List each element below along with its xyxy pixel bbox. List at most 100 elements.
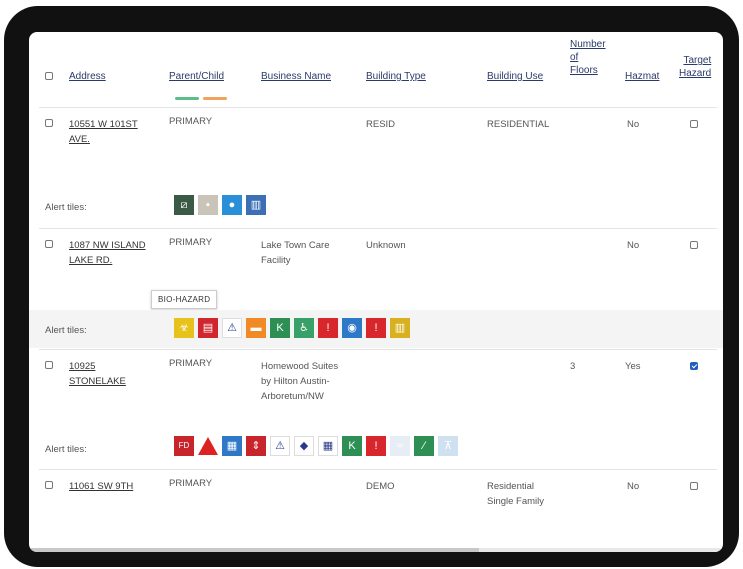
alert-tiles-label: Alert tiles: (45, 202, 87, 213)
row-divider (39, 469, 717, 470)
building-type-value: RESID (366, 119, 396, 130)
select-all-checkbox[interactable] (45, 72, 53, 80)
elevator-icon[interactable]: ⇕ (246, 436, 266, 456)
address-line1: 1087 NW ISLAND (69, 240, 146, 251)
target-hazard-checkbox-checked[interactable] (690, 362, 698, 370)
business-name-value: Homewood Suites by Hilton Austin- Arbore… (261, 359, 338, 404)
col-building-type[interactable]: Building Type (366, 70, 426, 83)
hazmat-value: No (627, 481, 640, 492)
target-hazard-checkbox[interactable] (690, 120, 698, 128)
knox-box-icon[interactable]: K (270, 318, 290, 338)
child-indicator-bar (203, 97, 227, 100)
building-use-line2: Single Family (487, 496, 545, 507)
col-hazmat[interactable]: Hazmat (625, 70, 659, 83)
parent-child-value: PRIMARY (169, 237, 213, 248)
stairs-icon[interactable]: ∕ (414, 436, 434, 456)
address-line2: AVE. (69, 134, 90, 145)
scrollbar-thumb[interactable] (29, 548, 479, 552)
alert-tiles-row: Alert tiles: ⧄ ▪ ● ▥ (29, 192, 723, 222)
fdc-icon[interactable]: FD (174, 436, 194, 456)
alert-tiles-row-highlighted: Alert tiles: ☣ ▤ ⚠ ▬ K ♿! ◉! ▥ (29, 310, 723, 348)
alert-tiles-group: FD ▦ ⇕ ⚠ ◆ ▦ K! ≈ ∕ ⊼ (174, 436, 458, 456)
alert-tiles-row: Alert tiles: FD ▦ ⇕ ⚠ ◆ ▦ K! ≈ ∕ ⊼ (29, 432, 723, 462)
address-line2: STONELAKE (69, 376, 126, 387)
business-line3: Arboretum/NW (261, 391, 324, 402)
alert-tiles-label: Alert tiles: (45, 444, 87, 455)
warning-triangle-icon[interactable]: ! (366, 318, 386, 338)
hazmat-value: Yes (625, 361, 641, 372)
nfpa-diamond-icon[interactable]: ◆ (294, 436, 314, 456)
building-use-value: RESIDENTIAL (487, 119, 550, 130)
col-floors[interactable]: Number of Floors (570, 38, 606, 77)
building-icon[interactable]: ▥ (246, 195, 266, 215)
business-line1: Lake Town Care (261, 240, 330, 251)
alert-tiles-group: ⧄ ▪ ● ▥ (174, 195, 266, 215)
row-divider (39, 228, 717, 229)
warning-triangle-icon[interactable]: ! (318, 318, 338, 338)
building-use-value: Residential Single Family (487, 479, 544, 509)
col-target-line2: Hazard (679, 68, 712, 79)
fence-icon[interactable]: ▥ (390, 318, 410, 338)
business-line1: Homewood Suites (261, 361, 339, 372)
parent-indicator-bar (175, 97, 199, 100)
address-link[interactable]: 10925 STONELAKE (69, 359, 126, 389)
hazmat-value: No (627, 119, 640, 130)
col-floors-line3: Floors (570, 65, 598, 76)
table-header: Address Parent/Child Business Name Build… (29, 32, 723, 122)
address-line1: 10925 (69, 361, 96, 372)
row-checkbox[interactable] (45, 481, 53, 489)
row-divider (39, 349, 717, 350)
col-parent-child[interactable]: Parent/Child (169, 70, 224, 83)
gate-icon[interactable]: ▬ (246, 318, 266, 338)
building-grid-icon[interactable]: ▦ (318, 436, 338, 456)
col-floors-line2: of (570, 52, 579, 63)
header-divider (39, 107, 717, 108)
building-type-value: DEMO (366, 481, 395, 492)
panel-icon[interactable]: ▪ (198, 195, 218, 215)
person-icon[interactable]: ♿ (294, 318, 314, 338)
ladder-icon[interactable]: ⧄ (174, 195, 194, 215)
screen: Address Parent/Child Business Name Build… (29, 32, 723, 552)
knox-box-icon[interactable]: K (342, 436, 362, 456)
col-floors-line1: Number (570, 39, 606, 50)
row-checkbox[interactable] (45, 119, 53, 127)
standpipe-icon[interactable]: ◉ (342, 318, 362, 338)
col-target-hazard[interactable]: Target Hazard (679, 54, 711, 80)
col-target-line1: Target (683, 55, 712, 66)
address-link[interactable]: 1087 NW ISLAND LAKE RD. (69, 238, 146, 268)
floors-value: 3 (570, 361, 576, 372)
sprinkler-icon[interactable]: ≈ (390, 436, 410, 456)
drain-icon[interactable]: ⊼ (438, 436, 458, 456)
col-building-use[interactable]: Building Use (487, 70, 543, 83)
business-line2: by Hilton Austin- (261, 376, 330, 387)
business-name-value: Lake Town Care Facility (261, 238, 329, 268)
warning-triangle-icon[interactable] (198, 436, 218, 456)
tooltip: BIO-HAZARD (151, 290, 218, 309)
row-checkbox[interactable] (45, 240, 53, 248)
address-link[interactable]: 11061 SW 9TH (69, 479, 133, 494)
water-icon[interactable]: ● (222, 195, 242, 215)
parent-child-value: PRIMARY (169, 116, 213, 127)
building-type-value: Unknown (366, 240, 406, 251)
business-line2: Facility (261, 255, 291, 266)
col-address[interactable]: Address (69, 70, 106, 83)
warning-triangle-icon[interactable]: ! (366, 436, 386, 456)
parent-child-value: PRIMARY (169, 478, 213, 489)
alert-tiles-group: ☣ ▤ ⚠ ▬ K ♿! ◉! ▥ (174, 318, 410, 338)
target-hazard-checkbox[interactable] (690, 482, 698, 490)
tablet-bezel: Address Parent/Child Business Name Build… (4, 6, 739, 567)
hazmat-value: No (627, 240, 640, 251)
hazard-g-icon[interactable]: ⚠ (270, 436, 290, 456)
alert-tiles-label: Alert tiles: (45, 325, 87, 336)
target-hazard-checkbox[interactable] (690, 241, 698, 249)
horizontal-scrollbar[interactable] (29, 548, 723, 552)
row-checkbox[interactable] (45, 361, 53, 369)
hazard-g-icon[interactable]: ⚠ (222, 318, 242, 338)
parent-child-value: PRIMARY (169, 358, 213, 369)
biohazard-icon[interactable]: ☣ (174, 318, 194, 338)
address-link[interactable]: 10551 W 101ST AVE. (69, 117, 138, 147)
oxygen-icon[interactable]: ▤ (198, 318, 218, 338)
address-line2: LAKE RD. (69, 255, 113, 266)
col-business-name[interactable]: Business Name (261, 70, 331, 83)
grid-panel-icon[interactable]: ▦ (222, 436, 242, 456)
